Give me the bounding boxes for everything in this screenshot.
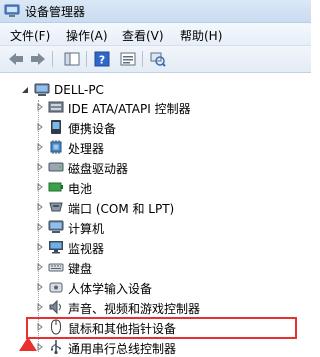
tree-item[interactable]: 通用串行总线控制器	[0, 337, 311, 357]
tree-item[interactable]: 声音、视频和游戏控制器	[0, 297, 311, 317]
tree-item-label: 计算机	[68, 222, 105, 236]
usb-icon	[51, 340, 61, 355]
window-title: 设备管理器	[25, 5, 86, 19]
expand-triangle-icon[interactable]	[36, 283, 44, 291]
tree-item[interactable]: 处理器	[0, 137, 311, 157]
portable-device-icon	[51, 120, 61, 134]
forward-button[interactable]	[28, 49, 48, 69]
menu-file[interactable]: 文件(F)	[10, 27, 50, 44]
expand-triangle-icon[interactable]	[36, 163, 44, 171]
collapse-triangle-icon[interactable]	[21, 86, 29, 94]
device-manager-icon	[4, 4, 20, 17]
tree-item-label: 监视器	[68, 242, 105, 256]
expand-triangle-icon[interactable]	[36, 203, 44, 211]
svg-text:?: ?	[99, 54, 105, 67]
tree-item-label: 声音、视频和游戏控制器	[68, 302, 201, 316]
tree-item[interactable]: 磁盘驱动器	[0, 157, 311, 177]
computer-icon	[48, 220, 64, 233]
tree-item-label: 键盘	[68, 262, 93, 276]
ide-controller-icon	[48, 101, 64, 113]
keyboard-icon	[48, 263, 64, 272]
help-button[interactable]: ?	[92, 49, 112, 69]
forward-arrow-icon	[31, 53, 45, 65]
expand-triangle-icon[interactable]	[36, 343, 44, 351]
tree-item[interactable]: 键盘	[0, 257, 311, 277]
menu-action[interactable]: 操作(A)	[66, 27, 108, 44]
show-hide-tree-button[interactable]	[62, 49, 82, 69]
properties-icon	[120, 52, 136, 66]
toolbar-separator	[52, 51, 53, 67]
tree-root-label: DELL-PC	[54, 83, 104, 97]
tree-item[interactable]: 监视器	[0, 237, 311, 257]
expand-triangle-icon[interactable]	[36, 183, 44, 191]
expand-triangle-icon[interactable]	[36, 143, 44, 151]
expand-triangle-icon[interactable]	[36, 223, 44, 231]
battery-icon	[48, 182, 63, 192]
expand-triangle-icon[interactable]	[36, 243, 44, 251]
monitor-icon	[49, 241, 63, 254]
expand-triangle-icon[interactable]	[36, 103, 44, 111]
tree-item[interactable]: 便携设备	[0, 117, 311, 137]
menu-view[interactable]: 查看(V)	[122, 27, 164, 44]
port-icon	[49, 202, 63, 212]
expand-triangle-icon[interactable]	[36, 123, 44, 131]
menu-help[interactable]: 帮助(H)	[180, 27, 222, 44]
computer-root-icon	[34, 83, 50, 96]
hid-icon	[49, 282, 63, 293]
expand-triangle-icon[interactable]	[36, 303, 44, 311]
tree-item-label: 电池	[68, 182, 93, 196]
menu-bar: 文件(F) 操作(A) 查看(V) 帮助(H)	[0, 23, 311, 46]
scan-hardware-icon	[150, 52, 166, 67]
tree-item-label: 磁盘驱动器	[68, 162, 129, 176]
processor-icon	[50, 140, 62, 154]
help-icon: ?	[94, 51, 110, 67]
tree-item-label: 端口 (COM 和 LPT)	[68, 202, 175, 216]
properties-button[interactable]	[118, 49, 138, 69]
annotation-arrow	[19, 337, 37, 351]
title-bar: 设备管理器	[0, 0, 311, 23]
toolbar: ?	[0, 46, 311, 73]
tree-item[interactable]: 端口 (COM 和 LPT)	[0, 197, 311, 217]
tree-item-label: 通用串行总线控制器	[68, 342, 177, 356]
tree-item-label: 人体学输入设备	[68, 282, 153, 296]
toolbar-separator	[142, 51, 143, 67]
tree-item-label: IDE ATA/ATAPI 控制器	[68, 102, 191, 116]
tree-item[interactable]: 电池	[0, 177, 311, 197]
tree-item[interactable]: 计算机	[0, 217, 311, 237]
tree-item-label: 便携设备	[68, 122, 117, 136]
annotation-highlight-box	[26, 317, 297, 339]
tree-item[interactable]: 人体学输入设备	[0, 277, 311, 297]
sound-icon	[49, 299, 61, 315]
toolbar-separator	[86, 51, 87, 67]
console-tree-icon	[64, 52, 80, 66]
back-arrow-icon	[9, 53, 23, 65]
scan-hardware-button[interactable]	[148, 49, 168, 69]
tree-item-label: 处理器	[68, 142, 105, 156]
expand-triangle-icon[interactable]	[36, 263, 44, 271]
tree-item[interactable]: IDE ATA/ATAPI 控制器	[0, 97, 311, 117]
disk-drive-icon	[48, 162, 64, 172]
back-button[interactable]	[6, 49, 26, 69]
